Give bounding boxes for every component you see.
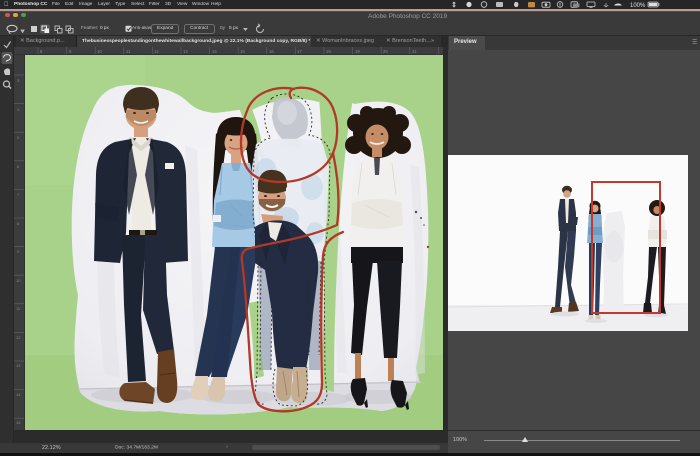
svg-text:20: 20 — [383, 49, 388, 54]
svg-text:10: 10 — [16, 278, 21, 283]
svg-text:12: 12 — [154, 49, 159, 54]
svg-text:21: 21 — [412, 49, 417, 54]
svg-text:18: 18 — [326, 49, 331, 54]
svg-text:11: 11 — [126, 49, 131, 54]
svg-text:17: 17 — [297, 49, 302, 54]
svg-text:14: 14 — [16, 392, 21, 397]
svg-text:15: 15 — [240, 49, 245, 54]
svg-text:15: 15 — [16, 420, 21, 425]
svg-text:12: 12 — [16, 335, 21, 340]
svg-text:14: 14 — [212, 49, 217, 54]
svg-text:10: 10 — [97, 49, 102, 54]
svg-text:16: 16 — [269, 49, 274, 54]
svg-text:13: 13 — [16, 363, 21, 368]
svg-text:19: 19 — [355, 49, 360, 54]
svg-text:13: 13 — [183, 49, 188, 54]
